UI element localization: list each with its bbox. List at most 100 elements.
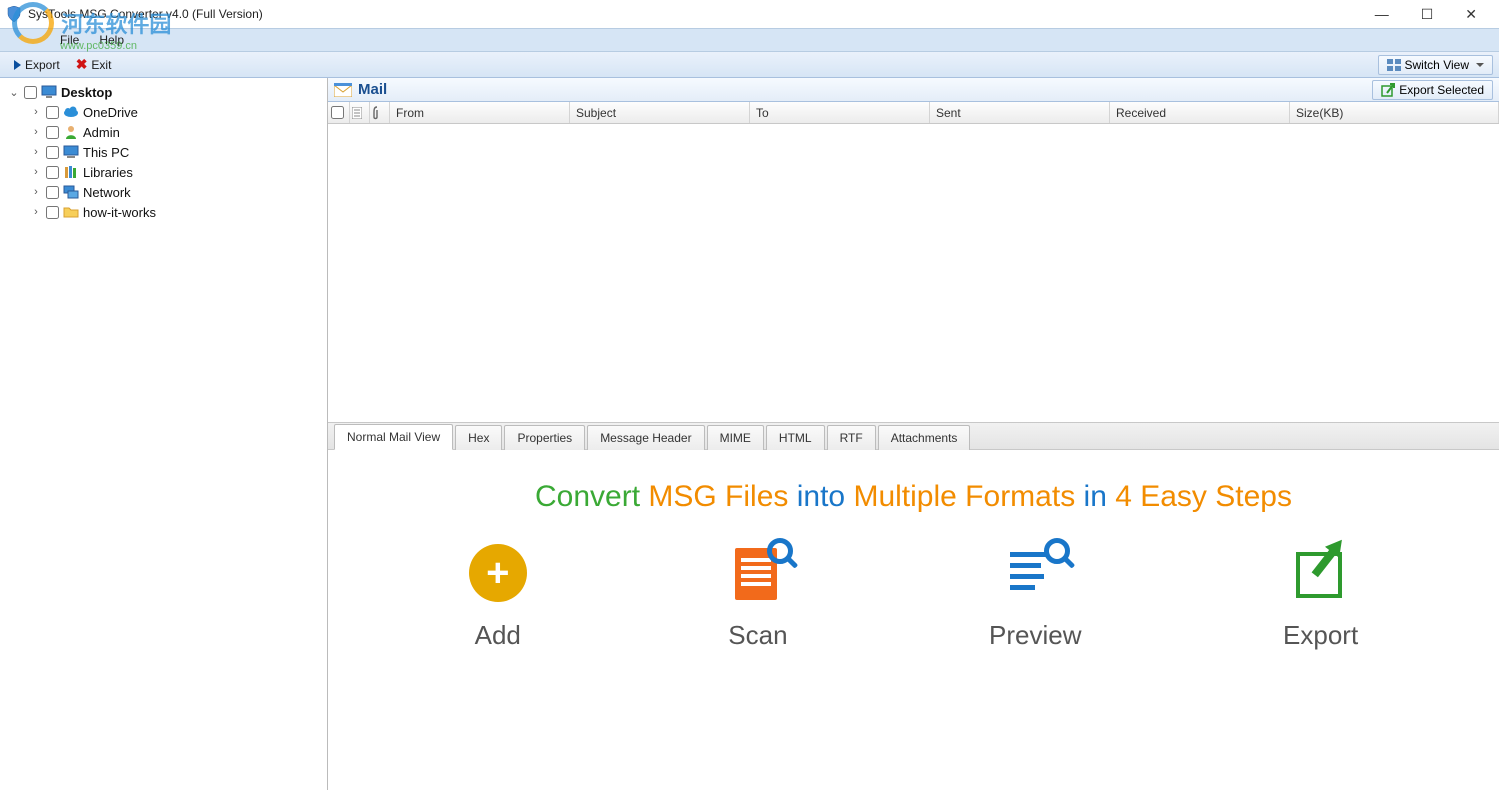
grid-icon <box>1387 59 1401 71</box>
close-button[interactable]: ✕ <box>1459 6 1483 23</box>
promo-steps: Add Scan Preview Export <box>328 544 1499 651</box>
step-add: Add <box>469 544 527 651</box>
menu-file[interactable]: File <box>50 31 89 49</box>
step-scan-label: Scan <box>728 620 787 651</box>
column-size[interactable]: Size(KB) <box>1290 102 1499 123</box>
tree-node-admin[interactable]: › Admin <box>0 122 327 142</box>
promo-headline: Convert MSG Files into Multiple Formats … <box>535 480 1292 514</box>
tree-checkbox[interactable] <box>46 126 59 139</box>
promo-text-3: into <box>797 480 854 513</box>
tab-rtf[interactable]: RTF <box>827 425 876 450</box>
column-from[interactable]: From <box>390 102 570 123</box>
mail-grid-body <box>328 124 1499 422</box>
column-attachment-icon[interactable] <box>370 102 390 123</box>
exit-button[interactable]: ✖ Exit <box>68 54 120 75</box>
expander-icon[interactable]: › <box>30 166 42 178</box>
chevron-down-icon <box>1476 63 1484 67</box>
expander-icon[interactable]: ⌄ <box>8 86 20 99</box>
pc-icon <box>63 144 79 160</box>
tree-checkbox[interactable] <box>46 186 59 199</box>
tree-checkbox[interactable] <box>46 166 59 179</box>
folder-icon <box>63 204 79 220</box>
tab-attachments[interactable]: Attachments <box>878 425 971 450</box>
folder-tree: ⌄Desktop›OneDrive›Admin›This PC›Librarie… <box>0 78 328 790</box>
tree-label: how-it-works <box>83 205 156 220</box>
content-pane: Mail Export Selected From Subject To Sen… <box>328 78 1499 790</box>
promo-text-5: in <box>1084 480 1116 513</box>
export-selected-button[interactable]: Export Selected <box>1372 80 1493 100</box>
step-preview-label: Preview <box>989 620 1081 651</box>
menu-bar: File Help <box>0 28 1499 52</box>
maximize-button[interactable]: ☐ <box>1415 6 1440 23</box>
column-received[interactable]: Received <box>1110 102 1290 123</box>
expander-icon[interactable]: › <box>30 186 42 198</box>
expander-icon[interactable]: › <box>30 146 42 158</box>
libraries-icon <box>63 164 79 180</box>
tab-message-header[interactable]: Message Header <box>587 425 704 450</box>
step-add-label: Add <box>475 620 521 651</box>
column-subject[interactable]: Subject <box>570 102 750 123</box>
promo-text-2: MSG Files <box>648 480 796 513</box>
promo-text-4: Multiple Formats <box>853 480 1083 513</box>
tree-checkbox[interactable] <box>46 146 59 159</box>
step-export: Export <box>1283 544 1358 651</box>
exit-label: Exit <box>91 58 111 72</box>
expander-icon[interactable]: › <box>30 126 42 138</box>
switch-view-button[interactable]: Switch View <box>1378 55 1493 75</box>
tree-checkbox[interactable] <box>46 206 59 219</box>
expander-icon[interactable]: › <box>30 206 42 218</box>
close-icon: ✖ <box>76 56 88 73</box>
menu-help[interactable]: Help <box>89 31 134 49</box>
column-checkbox[interactable] <box>328 102 350 123</box>
preview-icon <box>1006 544 1064 602</box>
scan-icon <box>729 544 787 602</box>
tree-node-onedrive[interactable]: ›OneDrive <box>0 102 327 122</box>
column-doc-icon[interactable] <box>350 102 370 123</box>
tree-node-how-it-works[interactable]: › how-it-works <box>0 202 327 222</box>
user-icon <box>63 124 79 140</box>
export-step-icon <box>1292 544 1350 602</box>
minimize-button[interactable]: — <box>1369 6 1395 23</box>
mail-title: Mail <box>358 81 387 98</box>
play-icon <box>14 60 21 70</box>
tab-html[interactable]: HTML <box>766 425 825 450</box>
promo-text-1: Convert <box>535 480 648 513</box>
export-button[interactable]: Export <box>6 56 68 74</box>
column-sent[interactable]: Sent <box>930 102 1110 123</box>
add-icon <box>469 544 527 602</box>
export-label: Export <box>25 58 60 72</box>
tree-node-desktop[interactable]: ⌄ Desktop <box>0 82 327 102</box>
switch-view-label: Switch View <box>1405 58 1469 72</box>
expander-icon[interactable]: › <box>30 106 42 118</box>
tab-hex[interactable]: Hex <box>455 425 502 450</box>
mail-icon <box>334 83 352 97</box>
cloud-icon <box>63 104 79 120</box>
mail-header: Mail Export Selected <box>328 78 1499 102</box>
tab-properties[interactable]: Properties <box>504 425 585 450</box>
tab-normal-mail-view[interactable]: Normal Mail View <box>334 424 453 450</box>
export-icon <box>1381 83 1395 97</box>
step-scan: Scan <box>728 544 787 651</box>
detail-tabs: Normal Mail ViewHexPropertiesMessage Hea… <box>328 422 1499 450</box>
export-selected-label: Export Selected <box>1399 83 1484 97</box>
network-icon <box>63 184 79 200</box>
tree-checkbox[interactable] <box>24 86 37 99</box>
title-bar: SysTools MSG Converter v4.0 (Full Versio… <box>0 0 1499 28</box>
desktop-icon <box>41 84 57 100</box>
tree-label: Admin <box>83 125 120 140</box>
tab-mime[interactable]: MIME <box>707 425 764 450</box>
tree-label: Desktop <box>61 85 112 100</box>
tree-checkbox[interactable] <box>46 106 59 119</box>
mail-grid-header: From Subject To Sent Received Size(KB) <box>328 102 1499 124</box>
app-icon <box>6 6 22 22</box>
main-area: ⌄Desktop›OneDrive›Admin›This PC›Librarie… <box>0 78 1499 790</box>
tree-node-this-pc[interactable]: › This PC <box>0 142 327 162</box>
column-to[interactable]: To <box>750 102 930 123</box>
step-preview: Preview <box>989 544 1081 651</box>
tree-node-network[interactable]: ›Network <box>0 182 327 202</box>
tree-node-libraries[interactable]: ›Libraries <box>0 162 327 182</box>
window-title: SysTools MSG Converter v4.0 (Full Versio… <box>28 7 263 21</box>
step-export-label: Export <box>1283 620 1358 651</box>
toolbar: Export ✖ Exit Switch View <box>0 52 1499 78</box>
tree-label: This PC <box>83 145 129 160</box>
